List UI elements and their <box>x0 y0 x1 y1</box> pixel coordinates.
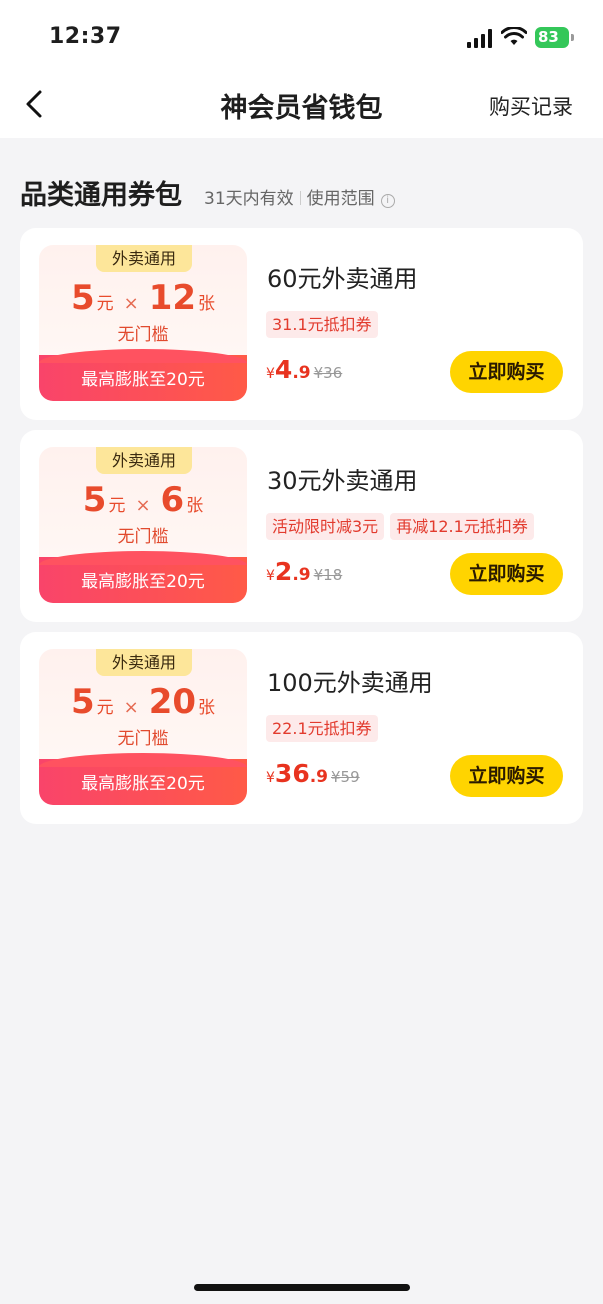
coupon-value: 5 <box>82 480 107 520</box>
coupon-count: 6 <box>160 480 185 520</box>
coupon-amount: 5 元 × 6 张 <box>39 480 247 520</box>
times-sign: × <box>123 697 139 718</box>
battery-icon: 83 <box>535 27 574 48</box>
coupon-boost-banner: 最高膨胀至20元 <box>39 753 247 805</box>
times-sign: × <box>123 293 139 314</box>
battery-level: 83 <box>538 28 559 46</box>
info-icon[interactable]: i <box>380 194 395 208</box>
coupon-value-unit: 元 <box>96 698 114 718</box>
status-bar: 12:37 83 <box>0 0 603 74</box>
coupon-boost-text: 最高膨胀至20元 <box>81 370 205 390</box>
coupon-boost-banner: 最高膨胀至20元 <box>39 349 247 401</box>
coupon-boost-text: 最高膨胀至20元 <box>81 774 205 794</box>
card-title: 60元外卖通用 <box>267 265 418 293</box>
price: ¥36.9 ¥59 <box>266 759 360 788</box>
nav-bar: 神会员省钱包 购买记录 <box>0 74 603 138</box>
promo-chips: 活动限时减3元 再减12.1元抵扣券 <box>266 513 540 540</box>
price-integer: 2 <box>274 557 293 586</box>
coupon-value-unit: 元 <box>108 496 126 516</box>
coupon-pack-card[interactable]: 外卖通用 5 元 × 12 张 无门槛 最高膨胀至20元 60元外卖通用 31.1元抵扣… <box>20 228 583 420</box>
coupon-count-unit: 张 <box>186 496 204 516</box>
divider <box>299 191 301 205</box>
coupon-boost-text: 最高膨胀至20元 <box>81 572 205 592</box>
coupon-boost-banner: 最高膨胀至20元 <box>39 551 247 603</box>
coupon-count: 12 <box>148 278 197 318</box>
promo-chip: 再减12.1元抵扣券 <box>390 513 534 540</box>
original-price: ¥36 <box>313 364 343 382</box>
coupon-visual: 外卖通用 5 元 × 20 张 无门槛 最高膨胀至20元 <box>39 649 247 805</box>
section-subtitle: 31天内有效 使用范围 i <box>204 184 395 209</box>
usage-scope-link[interactable]: 使用范围 <box>307 189 375 209</box>
coupon-visual: 外卖通用 5 元 × 6 张 无门槛 最高膨胀至20元 <box>39 447 247 603</box>
coupon-pack-card[interactable]: 外卖通用 5 元 × 20 张 无门槛 最高膨胀至20元 100元外卖通用 22.1元抵… <box>20 632 583 824</box>
currency-symbol: ¥ <box>266 568 275 584</box>
coupon-amount: 5 元 × 12 张 <box>39 278 247 318</box>
coupon-tag: 外卖通用 <box>96 447 192 474</box>
buy-now-button[interactable]: 立即购买 <box>450 755 563 797</box>
price-integer: 36 <box>274 759 310 788</box>
promo-chips: 31.1元抵扣券 <box>266 311 384 338</box>
currency-symbol: ¥ <box>266 366 275 382</box>
wifi-icon <box>501 27 527 45</box>
original-price: ¥59 <box>331 768 360 786</box>
coupon-value-unit: 元 <box>96 294 114 314</box>
coupon-threshold: 无门槛 <box>117 527 169 547</box>
promo-chip: 31.1元抵扣券 <box>266 311 378 338</box>
price: ¥4.9 ¥36 <box>266 355 342 384</box>
status-time: 12:37 <box>49 24 122 49</box>
validity-text: 31天内有效 <box>204 189 294 209</box>
cellular-signal-icon <box>467 29 493 48</box>
price-decimal: .9 <box>309 767 329 787</box>
price: ¥2.9 ¥18 <box>266 557 342 586</box>
purchase-history-button[interactable]: 购买记录 <box>489 91 573 121</box>
coupon-pack-card[interactable]: 外卖通用 5 元 × 6 张 无门槛 最高膨胀至20元 30元外卖通用 活动限时减3元再… <box>20 430 583 622</box>
price-decimal: .9 <box>292 565 311 585</box>
coupon-tag: 外卖通用 <box>96 649 192 676</box>
coupon-amount: 5 元 × 20 张 <box>39 682 247 722</box>
coupon-threshold: 无门槛 <box>117 729 169 749</box>
buy-now-button[interactable]: 立即购买 <box>450 351 563 393</box>
coupon-count-unit: 张 <box>198 294 216 314</box>
coupon-value: 5 <box>70 278 95 318</box>
price-integer: 4 <box>274 355 293 384</box>
coupon-count: 20 <box>148 682 197 722</box>
times-sign: × <box>135 495 151 516</box>
coupon-value: 5 <box>70 682 95 722</box>
card-title: 100元外卖通用 <box>267 669 433 697</box>
coupon-count-unit: 张 <box>198 698 216 718</box>
promo-chip: 活动限时减3元 <box>266 513 385 540</box>
home-indicator[interactable] <box>194 1284 410 1291</box>
promo-chips: 22.1元抵扣券 <box>266 715 384 742</box>
coupon-visual: 外卖通用 5 元 × 12 张 无门槛 最高膨胀至20元 <box>39 245 247 401</box>
coupon-threshold: 无门槛 <box>117 325 169 345</box>
card-title: 30元外卖通用 <box>267 467 418 495</box>
currency-symbol: ¥ <box>266 770 275 786</box>
original-price: ¥18 <box>313 566 343 584</box>
section-title: 品类通用券包 <box>20 180 182 211</box>
coupon-tag: 外卖通用 <box>96 245 192 272</box>
buy-now-button[interactable]: 立即购买 <box>450 553 563 595</box>
promo-chip: 22.1元抵扣券 <box>266 715 378 742</box>
price-decimal: .9 <box>292 363 311 383</box>
